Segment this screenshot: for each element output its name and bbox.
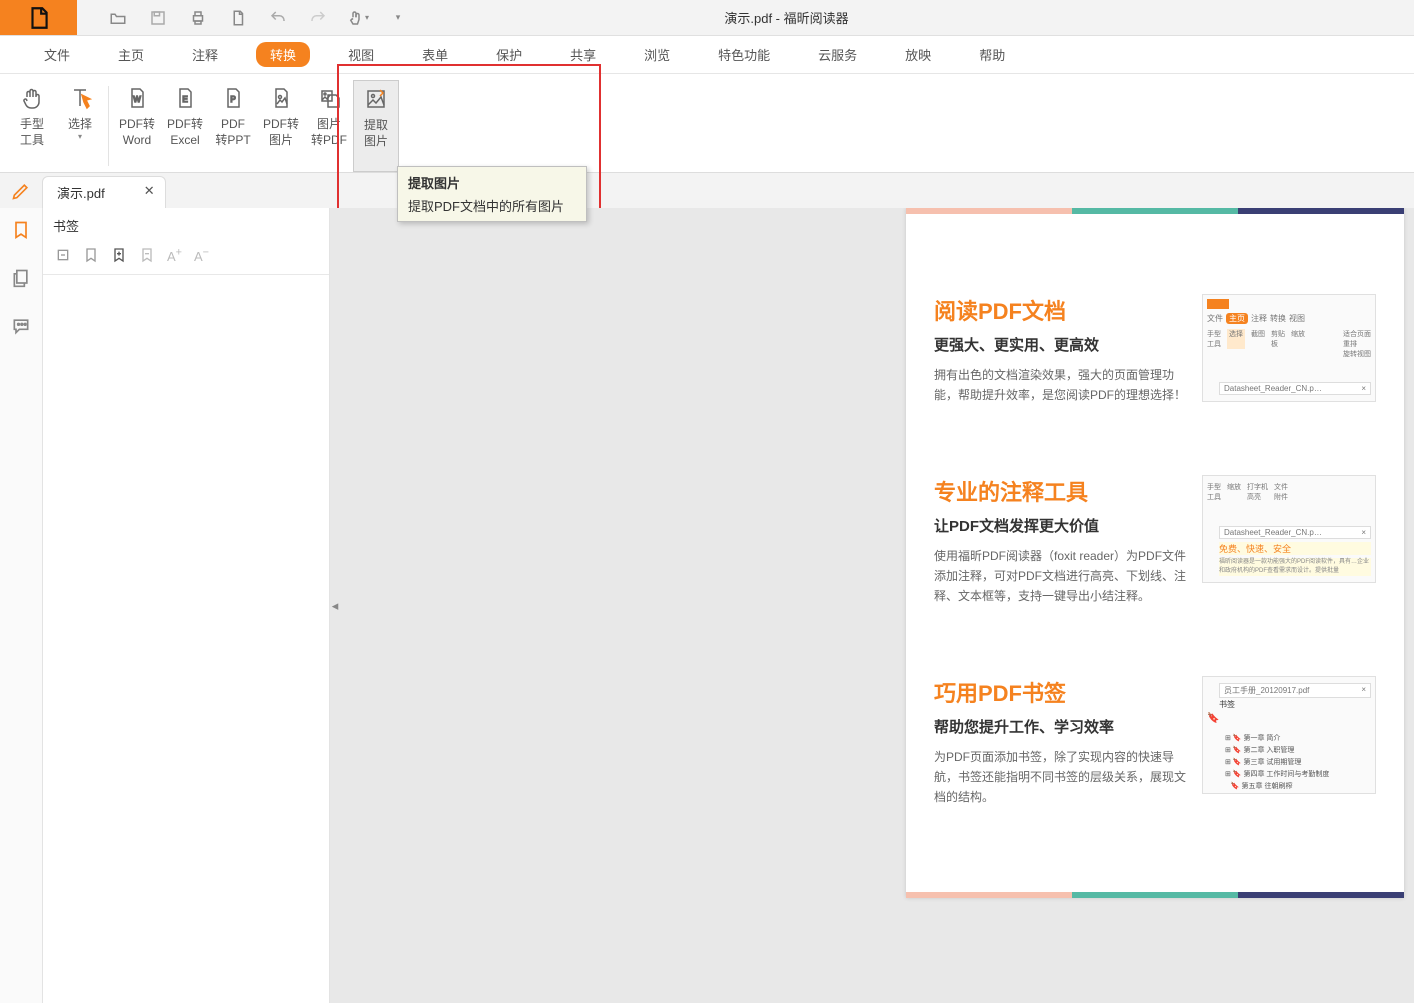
bookmark-delete-icon[interactable] (139, 247, 155, 264)
window-title: 演示.pdf - 福昕阅读器 (409, 8, 1164, 27)
page-top-strip (906, 208, 1404, 214)
doc-word-icon: W (123, 84, 151, 112)
svg-text:E: E (182, 95, 187, 104)
close-icon[interactable]: ✕ (144, 183, 155, 199)
section-heading: 巧用PDF书签 (934, 676, 1188, 708)
document-canvas[interactable]: ◂ 阅读PDF文档 更强大、更实用、更高效 拥有出色的文档渲染效果，强大的页面管… (330, 208, 1414, 1003)
tooltip: 提取图片 提取PDF文档中的所有图片 (397, 166, 587, 222)
quick-access-toolbar: ▾ ▾ (107, 7, 409, 29)
section-sub: 更强大、更实用、更高效 (934, 334, 1188, 355)
menu-play[interactable]: 放映 (895, 40, 941, 69)
pages-icon[interactable] (11, 268, 31, 288)
ribbon-hand-tool[interactable]: 手型 工具 (8, 80, 56, 172)
menu-browse[interactable]: 浏览 (634, 40, 680, 69)
menu-cloud[interactable]: 云服务 (808, 40, 867, 69)
open-icon[interactable] (107, 7, 129, 29)
sidebar-toolbar: A+ A− (43, 243, 329, 275)
section-thumbnail: 员工手册_20120917.pdf× 书签 🔖 ⊞ 🔖 第一章 简介 ⊞ 🔖 第… (1202, 676, 1376, 794)
sidebar-icon-strip (0, 208, 43, 1003)
section-body: 拥有出色的文档渲染效果，强大的页面管理功能，帮助提升效率，是您阅读PDF的理想选… (934, 365, 1188, 405)
hand-icon (18, 84, 46, 112)
ribbon-pdf-to-word[interactable]: W PDF转 Word (113, 80, 161, 172)
ribbon-pdf-to-ppt[interactable]: P PDF 转PPT (209, 80, 257, 172)
section-body: 使用福昕PDF阅读器（foxit reader）为PDF文件添加注释，可对PDF… (934, 546, 1188, 606)
pen-icon[interactable] (0, 173, 42, 208)
ribbon-image-to-pdf[interactable]: 图片 转PDF (305, 80, 353, 172)
font-increase-icon[interactable]: A+ (167, 247, 182, 264)
menu-protect[interactable]: 保护 (486, 40, 532, 69)
sidebar-title: 书签 (43, 208, 329, 243)
menu-view[interactable]: 视图 (338, 40, 384, 69)
tab-label: 演示.pdf (57, 186, 105, 201)
doc-ppt-icon: P (219, 84, 247, 112)
menu-form[interactable]: 表单 (412, 40, 458, 69)
ribbon: 手型 工具 选择 ▾ W PDF转 Word E PDF转 Excel P PD… (0, 74, 1414, 173)
menu-convert[interactable]: 转换 (256, 42, 310, 67)
bookmark-new-icon[interactable] (111, 247, 127, 264)
bookmark-add-icon[interactable] (83, 247, 99, 264)
section-thumbnail: 手型 工具 缩放 打字机 高亮 文件 附件 Datasheet_Reader_C… (1202, 475, 1376, 583)
svg-text:W: W (133, 95, 141, 104)
work-area: 书签 A+ A− ◂ 阅读PDF文档 更强大、更实用、更高效 拥有出色的文 (0, 208, 1414, 1003)
svg-text:P: P (230, 95, 235, 104)
doc-excel-icon: E (171, 84, 199, 112)
touch-icon[interactable]: ▾ (347, 7, 369, 29)
menu-share[interactable]: 共享 (560, 40, 606, 69)
menu-help[interactable]: 帮助 (969, 40, 1015, 69)
section-thumbnail: 文件 主页 注释 转换 视图 手型 工具 选择 截图 剪贴 板 缩放 (1202, 294, 1376, 402)
save-icon[interactable] (147, 7, 169, 29)
redo-icon[interactable] (307, 7, 329, 29)
doc-image-icon (267, 84, 295, 112)
title-bar: ▾ ▾ 演示.pdf - 福昕阅读器 (0, 0, 1414, 36)
ribbon-pdf-to-image[interactable]: PDF转 图片 (257, 80, 305, 172)
ribbon-select[interactable]: 选择 ▾ (56, 80, 104, 172)
chat-icon[interactable] (11, 316, 31, 336)
pdf-page: 阅读PDF文档 更强大、更实用、更高效 拥有出色的文档渲染效果，强大的页面管理功… (906, 208, 1404, 898)
expand-icon[interactable] (55, 247, 71, 264)
bookmarks-panel: 书签 A+ A− (43, 208, 330, 1003)
extract-image-icon (362, 85, 390, 113)
app-logo (0, 0, 77, 35)
chevron-down-icon: ▾ (78, 132, 82, 141)
menu-home[interactable]: 主页 (108, 40, 154, 69)
document-tab-bar: 演示.pdf ✕ (0, 173, 1414, 208)
ribbon-extract-image[interactable]: 提取 图片 (353, 80, 399, 172)
section-body: 为PDF页面添加书签，除了实现内容的快速导航，书签还能指明不同书签的层级关系，展… (934, 747, 1188, 807)
section-heading: 专业的注释工具 (934, 475, 1188, 507)
section-sub: 让PDF文档发挥更大价值 (934, 515, 1188, 536)
document-tab[interactable]: 演示.pdf ✕ (42, 176, 166, 208)
section-heading: 阅读PDF文档 (934, 294, 1188, 326)
collapse-handle-icon[interactable]: ◂ (330, 581, 340, 631)
image-doc-icon (315, 84, 343, 112)
new-doc-icon[interactable] (227, 7, 249, 29)
qat-dropdown-icon[interactable]: ▾ (387, 7, 409, 29)
menu-bar: 文件 主页 注释 转换 视图 表单 保护 共享 浏览 特色功能 云服务 放映 帮… (0, 36, 1414, 74)
menu-features[interactable]: 特色功能 (708, 40, 780, 69)
page-bottom-strip (906, 892, 1404, 898)
tooltip-desc: 提取PDF文档中的所有图片 (408, 196, 576, 215)
undo-icon[interactable] (267, 7, 289, 29)
bookmark-icon[interactable] (11, 220, 31, 240)
menu-annotate[interactable]: 注释 (182, 40, 228, 69)
menu-file[interactable]: 文件 (34, 40, 80, 69)
section-sub: 帮助您提升工作、学习效率 (934, 716, 1188, 737)
text-select-icon (66, 84, 94, 112)
ribbon-pdf-to-excel[interactable]: E PDF转 Excel (161, 80, 209, 172)
print-icon[interactable] (187, 7, 209, 29)
font-decrease-icon[interactable]: A− (194, 247, 209, 264)
tooltip-title: 提取图片 (408, 173, 576, 192)
